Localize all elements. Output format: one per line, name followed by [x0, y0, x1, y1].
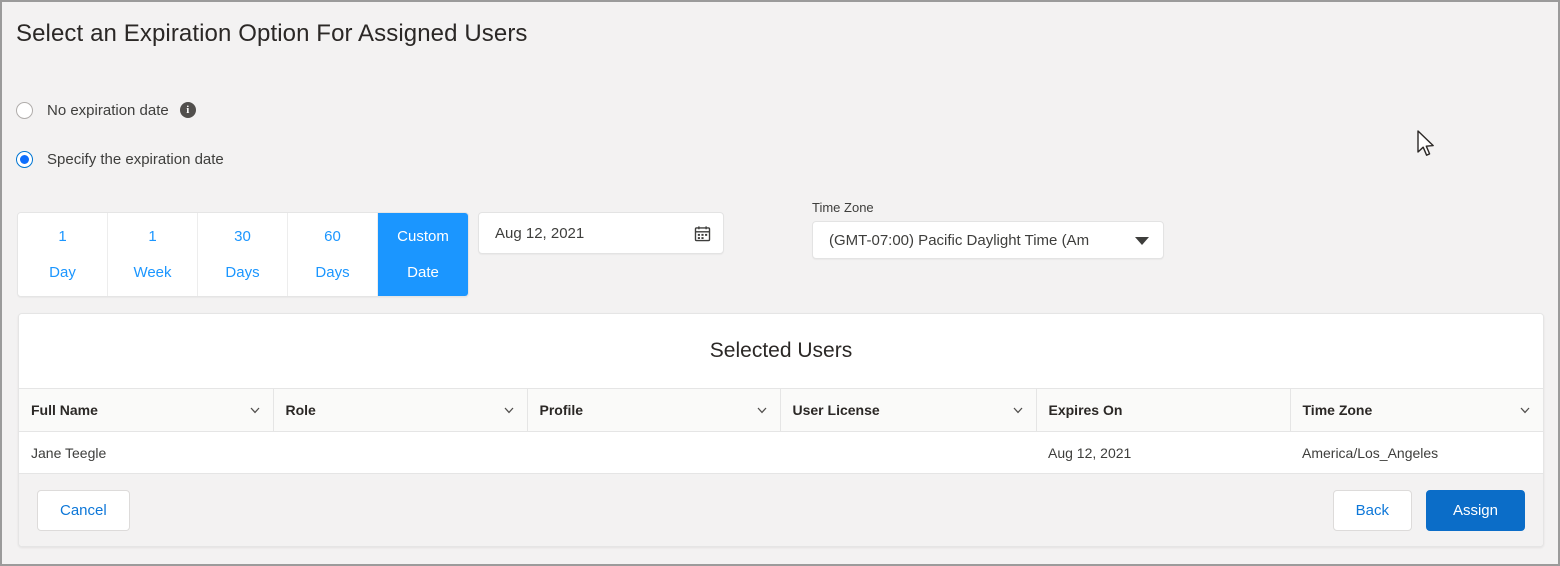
column-header-time-zone[interactable]: Time Zone: [1290, 389, 1543, 432]
cell-time-zone: America/Los_Angeles: [1290, 432, 1543, 474]
duration-option-1-week[interactable]: 1 Week: [108, 213, 198, 296]
table-row[interactable]: Jane Teegle Aug 12, 2021 America/Los_Ang…: [19, 432, 1543, 474]
radio-option-no-expiration[interactable]: No expiration date i: [16, 94, 716, 126]
mouse-cursor: [1416, 130, 1438, 160]
duration-option-custom-date-top: Custom: [397, 228, 449, 245]
chevron-down-icon[interactable]: [503, 404, 515, 416]
time-zone-label: Time Zone: [812, 200, 1164, 215]
radio-option-specify-expiration[interactable]: Specify the expiration date: [16, 143, 716, 175]
column-header-expires-on[interactable]: Expires On: [1036, 389, 1290, 432]
duration-option-1-day[interactable]: 1 Day: [18, 213, 108, 296]
duration-option-custom-date-bottom: Date: [407, 264, 439, 281]
column-header-user-license-label: User License: [793, 402, 880, 418]
radio-no-expiration-label: No expiration date: [47, 102, 169, 119]
column-header-user-license[interactable]: User License: [780, 389, 1036, 432]
duration-option-30-days[interactable]: 30 Days: [198, 213, 288, 296]
cancel-button[interactable]: Cancel: [37, 490, 130, 531]
duration-option-custom-date[interactable]: Custom Date: [378, 213, 468, 296]
duration-segmented-control: 1 Day 1 Week 30 Days 60 Days Custom Date: [17, 212, 469, 297]
cell-role: [273, 432, 527, 474]
calendar-icon[interactable]: [694, 225, 711, 242]
time-zone-value: (GMT-07:00) Pacific Daylight Time (Am: [829, 232, 1089, 249]
expiration-options-screen: Select an Expiration Option For Assigned…: [0, 0, 1560, 566]
column-header-profile[interactable]: Profile: [527, 389, 780, 432]
duration-option-30-days-bottom: Days: [225, 264, 259, 281]
duration-option-1-week-top: 1: [148, 228, 156, 245]
chevron-down-icon[interactable]: [1519, 404, 1531, 416]
column-header-full-name[interactable]: Full Name: [19, 389, 273, 432]
column-header-profile-label: Profile: [540, 402, 584, 418]
action-footer: Cancel Back Assign: [19, 474, 1543, 546]
chevron-down-icon[interactable]: [249, 404, 261, 416]
column-header-time-zone-label: Time Zone: [1303, 402, 1373, 418]
chevron-down-icon[interactable]: [756, 404, 768, 416]
time-zone-select[interactable]: (GMT-07:00) Pacific Daylight Time (Am: [812, 221, 1164, 259]
radio-specify-expiration-mark[interactable]: [16, 151, 33, 168]
time-zone-block: Time Zone (GMT-07:00) Pacific Daylight T…: [812, 200, 1164, 259]
cell-user-license: [780, 432, 1036, 474]
radio-no-expiration-mark[interactable]: [16, 102, 33, 119]
duration-option-30-days-top: 30: [234, 228, 251, 245]
radio-specify-expiration-label: Specify the expiration date: [47, 151, 224, 168]
page-title: Select an Expiration Option For Assigned…: [16, 20, 528, 48]
expiration-radio-group: No expiration date i Specify the expirat…: [16, 94, 716, 192]
duration-option-1-day-top: 1: [58, 228, 66, 245]
duration-option-60-days[interactable]: 60 Days: [288, 213, 378, 296]
column-header-full-name-label: Full Name: [31, 402, 98, 418]
cell-profile: [527, 432, 780, 474]
selected-users-card: Selected Users Full Name: [18, 313, 1544, 547]
duration-option-1-day-bottom: Day: [49, 264, 76, 281]
cell-expires-on: Aug 12, 2021: [1036, 432, 1290, 474]
info-icon[interactable]: i: [180, 102, 196, 118]
column-header-role[interactable]: Role: [273, 389, 527, 432]
table-header-row: Full Name Role Profile: [19, 389, 1543, 432]
cell-full-name: Jane Teegle: [19, 432, 273, 474]
chevron-down-icon[interactable]: [1012, 404, 1024, 416]
duration-selector-row: 1 Day 1 Week 30 Days 60 Days Custom Date…: [17, 212, 724, 297]
expiration-date-value: Aug 12, 2021: [495, 225, 694, 242]
assign-button[interactable]: Assign: [1426, 490, 1525, 531]
column-header-role-label: Role: [286, 402, 316, 418]
chevron-down-icon[interactable]: [1135, 237, 1149, 245]
selected-users-heading: Selected Users: [19, 314, 1543, 388]
duration-option-60-days-bottom: Days: [315, 264, 349, 281]
expiration-date-input[interactable]: Aug 12, 2021: [478, 212, 724, 254]
duration-option-60-days-top: 60: [324, 228, 341, 245]
column-header-expires-on-label: Expires On: [1049, 402, 1123, 418]
selected-users-table: Full Name Role Profile: [19, 388, 1543, 474]
back-button[interactable]: Back: [1333, 490, 1412, 531]
duration-option-1-week-bottom: Week: [133, 264, 171, 281]
